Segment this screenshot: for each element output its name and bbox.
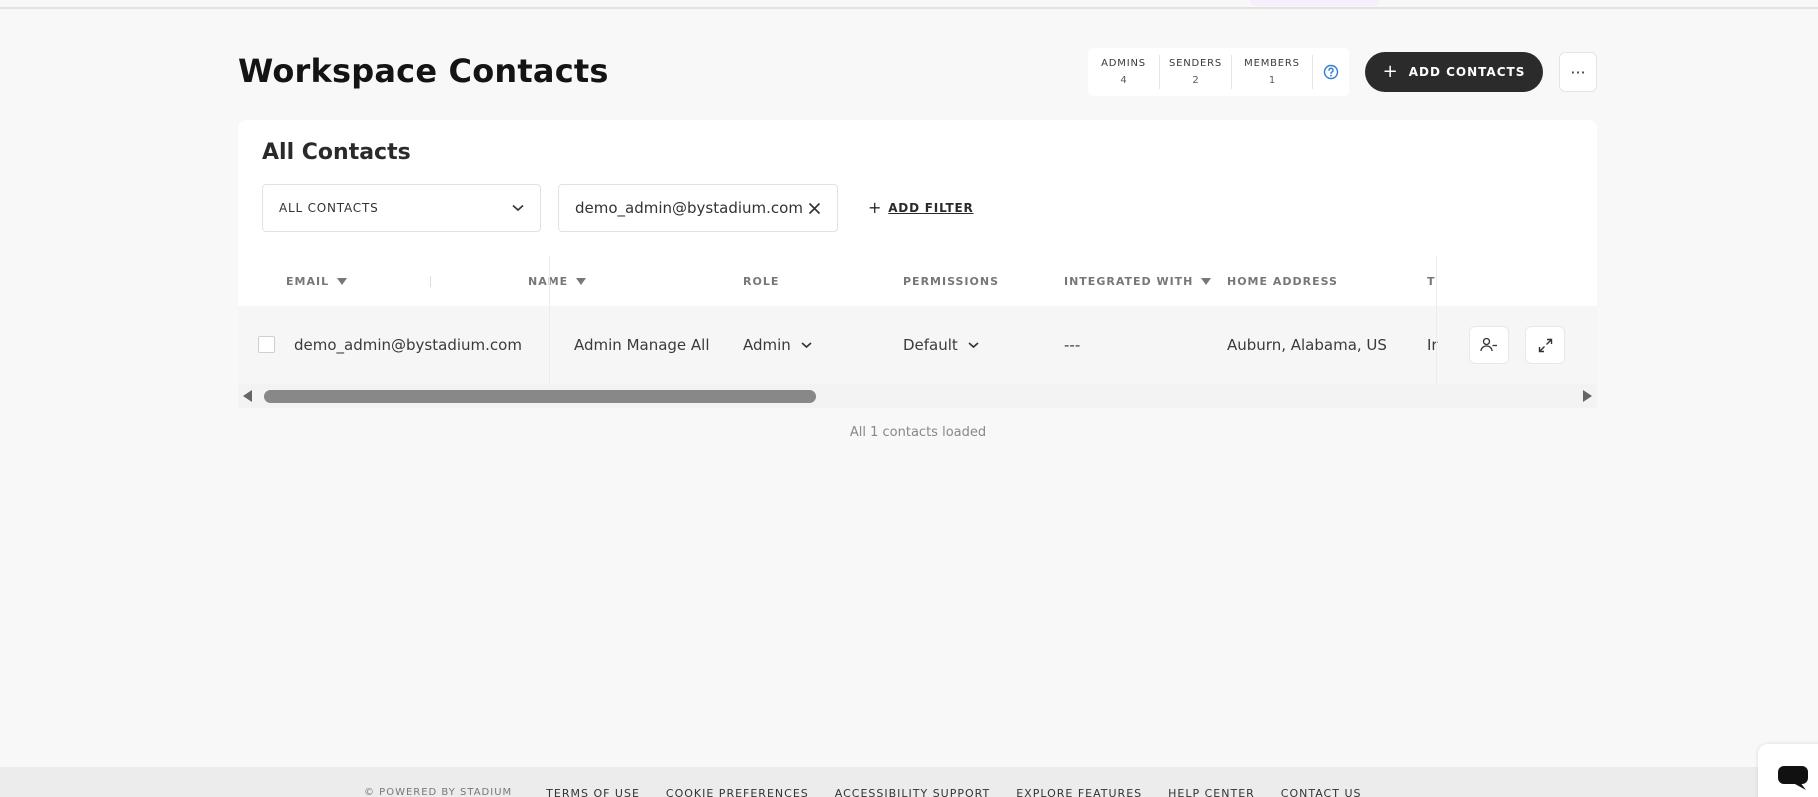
plus-icon: + bbox=[868, 198, 883, 217]
scroll-thumb[interactable] bbox=[264, 390, 816, 403]
table-row[interactable]: demo_admin@bystadium.com Admin Manage Al… bbox=[238, 306, 1597, 384]
add-filter-button[interactable]: + ADD FILTER bbox=[868, 198, 974, 217]
stat-label: MEMBERS bbox=[1244, 58, 1300, 69]
chevron-down-icon bbox=[512, 204, 524, 212]
footer: © POWERED BY STADIUM TERMS OF USE COOKIE… bbox=[0, 767, 1818, 797]
column-name[interactable]: NAME bbox=[528, 256, 587, 306]
stat-value: 1 bbox=[1268, 75, 1276, 86]
scroll-right-icon[interactable] bbox=[1583, 390, 1592, 402]
chat-icon bbox=[1778, 766, 1808, 790]
user-minus-icon bbox=[1480, 337, 1497, 352]
more-options-button[interactable]: ··· bbox=[1559, 52, 1597, 92]
permissions-dropdown[interactable]: Default bbox=[903, 306, 979, 384]
column-email[interactable]: EMAIL bbox=[286, 256, 348, 306]
chevron-down-icon bbox=[968, 341, 979, 348]
segment-select-value: ALL CONTACTS bbox=[279, 201, 379, 215]
stat-label: ADMINS bbox=[1101, 58, 1146, 69]
top-accent bbox=[1250, 0, 1380, 6]
page-title: Workspace Contacts bbox=[238, 52, 609, 90]
close-icon[interactable] bbox=[808, 202, 821, 215]
column-label: HOME ADDRESS bbox=[1227, 274, 1338, 288]
plus-icon: + bbox=[1382, 61, 1399, 82]
add-contacts-label: ADD CONTACTS bbox=[1408, 65, 1526, 79]
email-filter-chip[interactable]: demo_admin@bystadium.com bbox=[558, 184, 838, 232]
footer-link-contact[interactable]: CONTACT US bbox=[1281, 787, 1362, 797]
chevron-down-icon bbox=[801, 341, 812, 348]
cell-email: demo_admin@bystadium.com bbox=[294, 336, 522, 354]
scroll-left-icon[interactable] bbox=[243, 390, 252, 402]
cell-integrated-with: --- bbox=[1064, 336, 1081, 354]
stat-label: SENDERS bbox=[1168, 58, 1223, 69]
help-icon[interactable] bbox=[1313, 64, 1349, 80]
stat-value: 2 bbox=[1192, 75, 1199, 86]
add-filter-label: ADD FILTER bbox=[888, 200, 974, 215]
column-role[interactable]: ROLE bbox=[743, 256, 779, 306]
column-label: T bbox=[1427, 274, 1436, 288]
expand-icon bbox=[1538, 338, 1552, 352]
loaded-status: All 1 contacts loaded bbox=[849, 425, 987, 440]
footer-link-features[interactable]: EXPLORE FEATURES bbox=[1016, 787, 1142, 797]
cell-home-address: Auburn, Alabama, US bbox=[1227, 336, 1387, 354]
column-permissions[interactable]: PERMISSIONS bbox=[903, 256, 999, 306]
role-dropdown[interactable]: Admin bbox=[743, 306, 812, 384]
stat-admins: ADMINS 4 bbox=[1088, 55, 1160, 89]
column-label: ROLE bbox=[743, 274, 780, 288]
add-contacts-button[interactable]: + ADD CONTACTS bbox=[1365, 52, 1543, 92]
contacts-card: All Contacts ALL CONTACTS demo_admin@bys… bbox=[238, 120, 1597, 408]
more-icon: ··· bbox=[1570, 62, 1586, 82]
role-value: Admin bbox=[743, 336, 791, 354]
cell-name: Admin Manage All bbox=[574, 336, 710, 354]
horizontal-scrollbar[interactable] bbox=[238, 384, 1597, 408]
footer-link-terms[interactable]: TERMS OF USE bbox=[546, 787, 640, 797]
column-divider bbox=[430, 276, 431, 287]
footer-link-accessibility[interactable]: ACCESSIBILITY SUPPORT bbox=[835, 787, 990, 797]
sort-down-icon bbox=[576, 277, 587, 285]
actions-column-divider bbox=[1436, 256, 1437, 384]
stat-members: MEMBERS 1 bbox=[1232, 55, 1313, 89]
expand-button[interactable] bbox=[1525, 326, 1565, 364]
sort-down-icon bbox=[1201, 277, 1212, 285]
column-home-address[interactable]: HOME ADDRESS bbox=[1227, 256, 1338, 306]
table-header: EMAIL NAME ROLE PERMISSIONS INTEGRATED W… bbox=[238, 256, 1597, 306]
sort-down-icon bbox=[337, 277, 348, 285]
column-label: PERMISSIONS bbox=[903, 274, 1000, 288]
powered-by: © POWERED BY STADIUM bbox=[364, 787, 513, 797]
permissions-value: Default bbox=[903, 336, 958, 354]
segment-select[interactable]: ALL CONTACTS bbox=[262, 184, 541, 232]
filter-chip-value: demo_admin@bystadium.com bbox=[575, 199, 803, 217]
stat-value: 4 bbox=[1120, 75, 1127, 86]
column-label: INTEGRATED WITH bbox=[1064, 274, 1194, 288]
frozen-column-divider bbox=[549, 256, 550, 384]
role-stats: ADMINS 4 SENDERS 2 MEMBERS 1 bbox=[1088, 48, 1349, 96]
top-divider bbox=[0, 7, 1818, 9]
footer-link-help[interactable]: HELP CENTER bbox=[1168, 787, 1255, 797]
column-label: EMAIL bbox=[286, 274, 330, 288]
stat-senders: SENDERS 2 bbox=[1160, 55, 1232, 89]
chat-widget-button[interactable] bbox=[1758, 744, 1818, 797]
card-title: All Contacts bbox=[262, 140, 411, 165]
footer-link-cookies[interactable]: COOKIE PREFERENCES bbox=[666, 787, 809, 797]
remove-user-button[interactable] bbox=[1469, 326, 1509, 364]
column-next[interactable]: T bbox=[1427, 256, 1436, 306]
row-checkbox[interactable] bbox=[258, 336, 275, 353]
column-integrated-with[interactable]: INTEGRATED WITH bbox=[1064, 256, 1212, 306]
